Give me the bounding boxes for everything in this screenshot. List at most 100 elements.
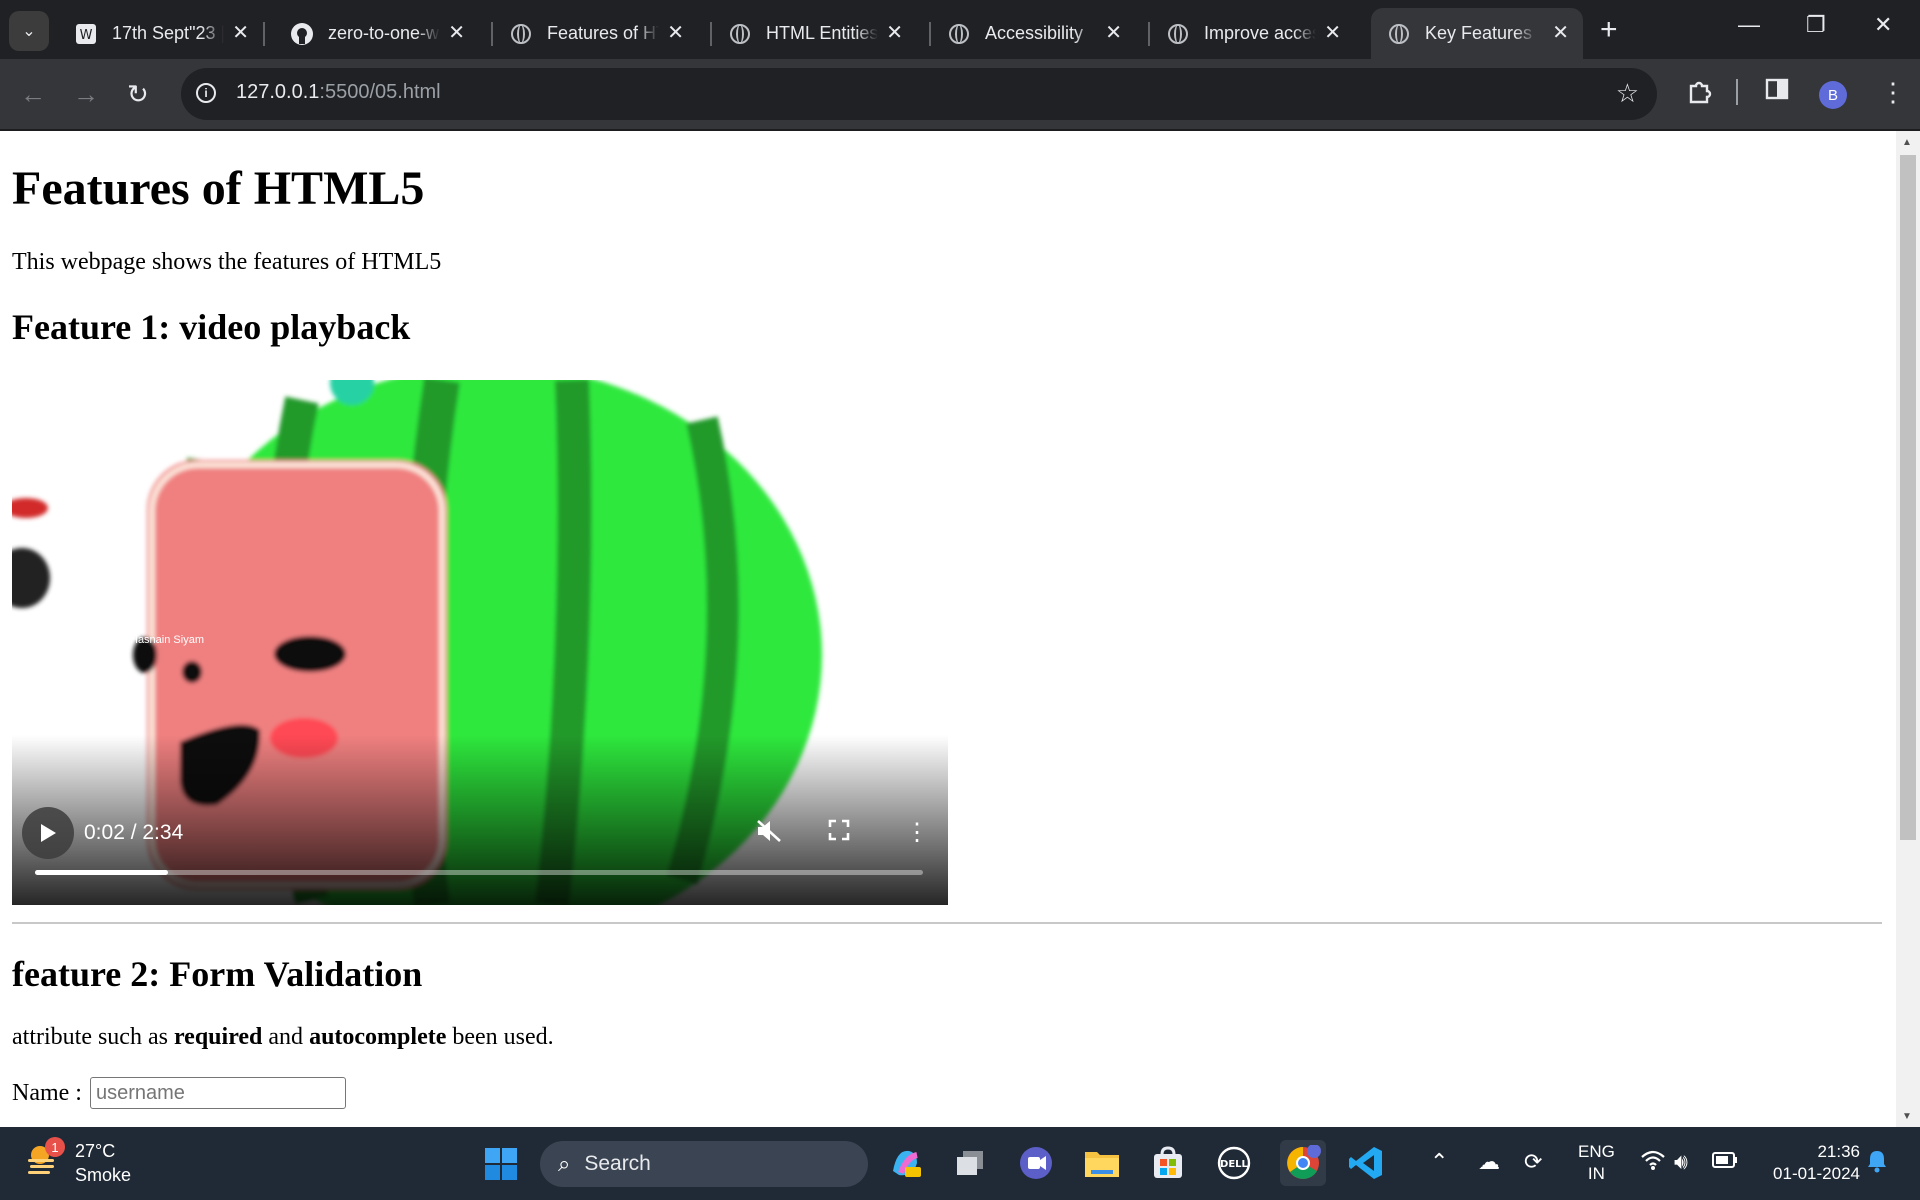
tab-4[interactable]: HTML Entities ✕ <box>712 8 917 59</box>
tab-2[interactable]: zero-to-one-w ✕ <box>274 8 479 59</box>
copilot-icon[interactable] <box>885 1143 925 1183</box>
username-input[interactable] <box>89 1077 346 1109</box>
play-icon <box>41 824 56 842</box>
forward-arrow-icon[interactable]: → <box>73 79 99 110</box>
system-clock[interactable]: 21:36 01-01-2024 <box>1760 1141 1860 1185</box>
svg-text:DELL: DELL <box>1220 1159 1249 1170</box>
new-tab-plus-icon[interactable]: + <box>1600 13 1618 47</box>
tab-title: Features of HT <box>547 23 659 43</box>
name-label: Name : <box>12 1079 82 1106</box>
close-icon[interactable]: ✕ <box>1324 20 1341 45</box>
close-icon[interactable]: ✕ <box>667 20 684 45</box>
windows-taskbar: 1 27°C Smoke ⌕ Search DELL ⌃ ☁ ⟳ ENG IN 🔊… <box>0 1127 1920 1200</box>
fullscreen-icon[interactable] <box>827 818 851 849</box>
minimize-icon[interactable]: — <box>1738 12 1760 38</box>
windows-start-icon[interactable] <box>484 1147 518 1181</box>
play-button[interactable] <box>22 807 74 859</box>
close-icon[interactable]: ✕ <box>1105 20 1122 45</box>
video-menu-icon[interactable]: ⋮ <box>905 818 929 847</box>
tab-title: 17th Sept"23 | <box>112 23 224 43</box>
required-keyword: required <box>173 1024 263 1050</box>
side-panel-icon[interactable] <box>1765 77 1789 108</box>
tab-search-button[interactable]: ⌄ <box>9 11 49 51</box>
page-title: Features of HTML5 <box>12 162 425 215</box>
extensions-puzzle-icon[interactable] <box>1686 77 1714 112</box>
video-controls-shade <box>12 735 948 905</box>
sync-icon[interactable]: ⟳ <box>1524 1149 1542 1175</box>
scroll-up-arrow-icon[interactable]: ▲ <box>1902 137 1912 148</box>
window-close-icon[interactable]: ✕ <box>1874 12 1892 38</box>
kebab-menu-icon[interactable]: ⋮ <box>1880 77 1906 108</box>
video-player[interactable]: Hasnain Siyam 0:02 / 2:34 ⋮ <box>12 380 948 905</box>
tab-3[interactable]: Features of HT ✕ <box>493 8 698 59</box>
taskbar-search[interactable]: ⌕ Search <box>540 1141 868 1187</box>
chevron-down-icon: ⌄ <box>22 23 36 40</box>
battery-icon[interactable] <box>1712 1149 1738 1175</box>
teams-meet-icon[interactable] <box>1016 1143 1056 1183</box>
close-icon[interactable]: ✕ <box>448 20 465 45</box>
section-divider <box>12 922 1882 924</box>
globe-icon <box>728 22 752 46</box>
url-text[interactable]: 127.0.0.1:5500/05.html <box>236 81 441 104</box>
page-scrollbar[interactable]: ▲ ▼ <box>1896 131 1920 1127</box>
globe-icon <box>509 22 533 46</box>
search-label: Search <box>584 1152 651 1175</box>
address-bar[interactable]: i 127.0.0.1:5500/05.html ☆ <box>181 68 1657 120</box>
microsoft-store-icon[interactable] <box>1148 1143 1188 1183</box>
tab-title: HTML Entities <box>766 23 878 43</box>
mute-icon[interactable] <box>755 818 783 851</box>
onedrive-cloud-icon[interactable]: ☁ <box>1478 1149 1500 1175</box>
weather-temp[interactable]: 27°C <box>75 1141 115 1162</box>
intro-text: This webpage shows the features of HTML5 <box>12 249 442 275</box>
tab-title: zero-to-one-w <box>328 23 440 43</box>
restore-icon[interactable]: ❐ <box>1806 12 1826 38</box>
globe-icon <box>1166 22 1190 46</box>
attributes-text: attribute such as required and autocompl… <box>12 1024 554 1050</box>
dell-icon[interactable]: DELL <box>1214 1143 1254 1183</box>
wordpress-icon: W <box>74 22 98 46</box>
notification-bell-icon[interactable] <box>1866 1149 1888 1179</box>
scroll-down-arrow-icon[interactable]: ▼ <box>1902 1111 1912 1122</box>
wifi-icon[interactable] <box>1640 1149 1666 1177</box>
task-view-icon[interactable] <box>950 1143 990 1183</box>
feature2-heading: feature 2: Form Validation <box>12 954 423 994</box>
tab-title: Key Features o <box>1425 23 1537 43</box>
name-row: Name : <box>12 1077 346 1109</box>
tab-title: Improve acces <box>1204 23 1316 43</box>
info-icon[interactable]: i <box>196 83 216 103</box>
notification-badge: 1 <box>45 1137 65 1157</box>
tab-title: Accessibility <box>985 23 1084 43</box>
chrome-taskbar-icon[interactable] <box>1280 1140 1326 1186</box>
autocomplete-keyword: autocomplete <box>309 1024 447 1050</box>
browser-toolbar: ← → ↻ i 127.0.0.1:5500/05.html ☆ B ⋮ <box>0 59 1920 131</box>
reload-icon[interactable]: ↻ <box>127 79 149 110</box>
tab-strip: ⌄ W 17th Sept"23 | ✕ zero-to-one-w ✕ Fea… <box>0 0 1920 59</box>
tab-divider <box>263 22 265 46</box>
video-progress-fill <box>35 870 169 875</box>
github-icon <box>290 22 314 46</box>
vscode-icon[interactable] <box>1346 1143 1386 1183</box>
svg-text:W: W <box>80 28 93 43</box>
close-icon[interactable]: ✕ <box>232 20 249 45</box>
file-explorer-icon[interactable] <box>1082 1143 1122 1183</box>
close-icon[interactable]: ✕ <box>886 20 903 45</box>
chevron-up-icon[interactable]: ⌃ <box>1430 1149 1448 1175</box>
tab-5[interactable]: Accessibility ✕ <box>931 8 1136 59</box>
profile-avatar[interactable]: B <box>1819 81 1847 109</box>
toolbar-divider <box>1736 79 1738 105</box>
page-viewport: Features of HTML5 This webpage shows the… <box>0 131 1896 1127</box>
tab-7-active[interactable]: Key Features o ✕ <box>1371 8 1583 59</box>
scrollbar-thumb[interactable] <box>1900 155 1916 840</box>
tab-1[interactable]: W 17th Sept"23 | ✕ <box>58 8 263 59</box>
back-arrow-icon[interactable]: ← <box>20 79 46 110</box>
video-progress-bar[interactable] <box>35 870 923 875</box>
tab-6[interactable]: Improve acces ✕ <box>1150 8 1355 59</box>
volume-icon[interactable]: 🔊︎ <box>1674 1149 1688 1175</box>
feature1-heading: Feature 1: video playback <box>12 307 411 347</box>
language-indicator[interactable]: ENG IN <box>1578 1141 1615 1185</box>
search-icon: ⌕ <box>558 1151 571 1176</box>
close-icon[interactable]: ✕ <box>1552 20 1569 45</box>
bookmark-star-icon[interactable]: ☆ <box>1616 78 1639 109</box>
globe-icon <box>947 22 971 46</box>
weather-condition[interactable]: Smoke <box>75 1165 131 1186</box>
